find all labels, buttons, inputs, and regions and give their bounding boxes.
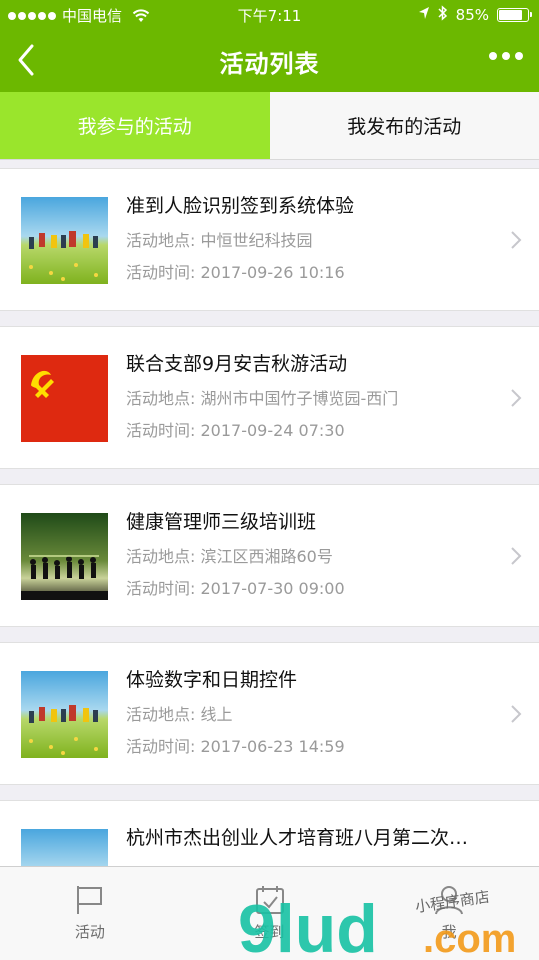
- battery-fill: [499, 10, 522, 20]
- activity-name: 体验数字和日期控件: [126, 669, 298, 691]
- chevron-right-icon: [511, 547, 522, 565]
- tabbar-me[interactable]: 我: [359, 867, 539, 960]
- tabbar-label: 我: [441, 923, 457, 941]
- activity-location: 活动地点: 线上: [126, 705, 233, 724]
- activity-name: 杭州市杰出创业人才培育班八月第二次…: [126, 827, 469, 849]
- activity-name: 健康管理师三级培训班: [126, 511, 317, 533]
- activity-info: 健康管理师三级培训班 活动地点: 滨江区西湘路60号 活动时间: 2017-07…: [126, 507, 499, 601]
- top-bar: 中国电信 下午7:11 85% 活动列表: [0, 0, 539, 92]
- activity-tabs: 我参与的活动 我发布的活动: [0, 92, 539, 160]
- tabbar-activities[interactable]: 活动: [0, 867, 180, 960]
- activity-info: 联合支部9月安吉秋游活动 活动地点: 湖州市中国竹子博览园-西门 活动时间: 2…: [126, 349, 499, 443]
- activity-card[interactable]: 联合支部9月安吉秋游活动 活动地点: 湖州市中国竹子博览园-西门 活动时间: 2…: [0, 326, 539, 469]
- activity-time: 活动时间: 2017-09-26 10:16: [126, 263, 345, 282]
- chevron-right-icon: [511, 231, 522, 249]
- calendar-check-icon: [255, 886, 284, 914]
- tab-joined-activities[interactable]: 我参与的活动: [0, 92, 270, 159]
- activity-card[interactable]: 健康管理师三级培训班 活动地点: 滨江区西湘路60号 活动时间: 2017-07…: [0, 484, 539, 627]
- silhouette-jump-photo: [21, 513, 108, 600]
- battery-icon: [497, 8, 532, 22]
- location-arrow-icon: [418, 6, 430, 24]
- more-dots-icon[interactable]: [489, 52, 523, 60]
- activity-time: 活动时间: 2017-06-23 14:59: [126, 737, 345, 756]
- activity-time: 活动时间: 2017-07-30 09:00: [126, 579, 345, 598]
- tabbar-label: 活动: [74, 923, 105, 941]
- activity-location: 活动地点: 中恒世纪科技园: [126, 231, 313, 250]
- activity-info: 准到人脸识别签到系统体验 活动地点: 中恒世纪科技园 活动时间: 2017-09…: [126, 191, 499, 285]
- activity-name: 联合支部9月安吉秋游活动: [126, 353, 348, 375]
- person-icon: [435, 886, 464, 915]
- tabbar-label: 签到: [254, 923, 285, 941]
- activity-location: 活动地点: 湖州市中国竹子博览园-西门: [126, 389, 399, 408]
- tabbar-checkin[interactable]: 签到: [180, 867, 360, 960]
- party-flag: [21, 355, 108, 442]
- activity-card[interactable]: 体验数字和日期控件 活动地点: 线上 活动时间: 2017-06-23 14:5…: [0, 642, 539, 785]
- kids-field-photo: [21, 197, 108, 284]
- activity-time: 活动时间: 2017-09-24 07:30: [126, 421, 345, 440]
- navigation-bar: 活动列表: [0, 30, 539, 92]
- activity-name: 准到人脸识别签到系统体验: [126, 195, 355, 217]
- page-title: 活动列表: [219, 50, 320, 78]
- activity-location: 活动地点: 滨江区西湘路60号: [126, 547, 333, 566]
- chevron-right-icon: [511, 705, 522, 723]
- bottom-tab-bar: 活动 签到 我: [0, 866, 539, 960]
- battery-percent: 85%: [455, 6, 489, 24]
- kids-field-photo: [21, 671, 108, 758]
- chevron-right-icon: [511, 389, 522, 407]
- flag-icon: [76, 886, 102, 914]
- status-bar: 中国电信 下午7:11 85%: [0, 0, 539, 30]
- activity-card[interactable]: 准到人脸识别签到系统体验 活动地点: 中恒世纪科技园 活动时间: 2017-09…: [0, 168, 539, 311]
- tab-published-activities[interactable]: 我发布的活动: [269, 92, 539, 159]
- bluetooth-icon: [438, 5, 448, 25]
- activity-info: 体验数字和日期控件 活动地点: 线上 活动时间: 2017-06-23 14:5…: [126, 665, 499, 759]
- status-right: 85%: [418, 5, 532, 25]
